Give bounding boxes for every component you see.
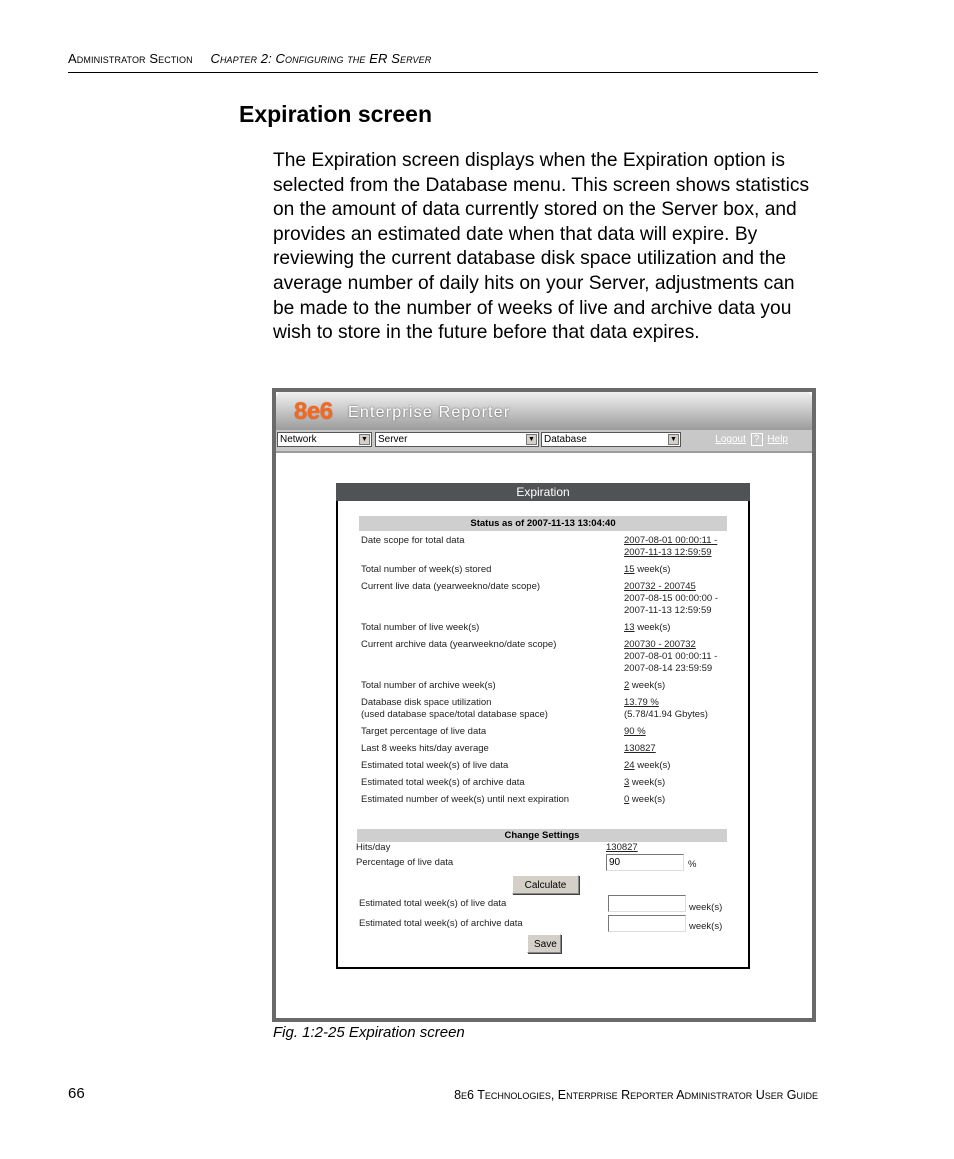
nav-links: Logout ? Help <box>715 433 788 446</box>
help-link[interactable]: Help <box>767 434 788 445</box>
network-menu-select[interactable]: Network ▼ <box>277 432 372 447</box>
stat-label: Estimated total week(s) of live data <box>361 760 509 771</box>
stat-label-detail: (used database space/total database spac… <box>361 709 548 720</box>
page-title: Expiration screen <box>239 101 433 127</box>
unit: week(s) <box>634 760 671 771</box>
hits-per-day-label: Hits/day <box>356 842 391 853</box>
nav-bar: Network ▼ Server ▼ Database ▼ Logout ? H… <box>276 430 812 453</box>
unit: week(s) <box>629 777 666 788</box>
disk-utilization-detail: (5.78/41.94 Gbytes) <box>624 709 708 720</box>
archive-data-link[interactable]: 200730 - 200732 <box>624 639 727 651</box>
stat-row-target-percentage: Target percentage of live data 90 % <box>361 726 727 738</box>
stat-label: Total number of live week(s) <box>361 622 480 633</box>
est-live-weeks-label: Estimated total week(s) of live data <box>359 898 507 909</box>
stat-row-date-scope: Date scope for total data 2007-08-01 00:… <box>361 535 727 559</box>
archive-data-end: 2007-08-14 23:59:59 <box>624 663 713 674</box>
stat-label: Database disk space utilization <box>361 697 492 708</box>
stat-row-next-expiration: Estimated number of week(s) until next e… <box>361 794 727 806</box>
target-percentage-link[interactable]: 90 % <box>624 726 646 737</box>
running-head-chapter: Chapter 2: Configuring the ER Server <box>210 51 432 66</box>
stat-row-live-data: Current live data (yearweekno/date scope… <box>361 581 727 617</box>
stat-label: Target percentage of live data <box>361 726 487 737</box>
unit: week(s) <box>634 622 671 633</box>
running-head: Administrator Section Chapter 2: Configu… <box>68 51 431 66</box>
stat-row-est-live-weeks: Estimated total week(s) of live data 24 … <box>361 760 727 772</box>
calculate-button[interactable]: Calculate <box>512 875 579 894</box>
help-icon[interactable]: ? <box>750 433 763 446</box>
page-number: 66 <box>68 1085 85 1102</box>
stats-table: Date scope for total data 2007-08-01 00:… <box>361 535 727 806</box>
stat-label: Current live data (yearweekno/date scope… <box>361 581 541 592</box>
change-settings-header: Change Settings <box>357 829 727 842</box>
footer-guide-title: 8e6 Technologies, Enterprise Reporter Ad… <box>454 1088 818 1102</box>
hits-per-day-link[interactable]: 130827 <box>606 842 638 853</box>
product-name: Enterprise Reporter <box>348 404 511 421</box>
database-menu-value: Database <box>544 434 587 445</box>
logo-8e6: 8e6 <box>294 398 333 425</box>
stat-label: Date scope for total data <box>361 535 465 546</box>
unit: week(s) <box>629 794 666 805</box>
est-live-weeks-input[interactable] <box>608 895 686 912</box>
percentage-live-input[interactable] <box>606 854 684 871</box>
live-data-start: 2007-08-15 00:00:00 - <box>624 593 719 604</box>
figure-screenshot: 8e6 Enterprise Reporter Network ▼ Server… <box>272 388 816 1022</box>
stat-label: Last 8 weeks hits/day average <box>361 743 489 754</box>
weeks-unit: week(s) <box>689 921 723 932</box>
stat-row-hits-average: Last 8 weeks hits/day average 130827 <box>361 743 727 755</box>
server-menu-value: Server <box>378 434 408 445</box>
status-header: Status as of 2007-11-13 13:04:40 <box>359 516 727 531</box>
date-scope-link-end[interactable]: 2007-11-13 12:59:59 <box>624 547 727 559</box>
est-archive-weeks-label: Estimated total week(s) of archive data <box>359 918 523 929</box>
live-weeks-link[interactable]: 13 <box>624 622 635 633</box>
server-menu-select[interactable]: Server ▼ <box>375 432 539 447</box>
stat-row-weeks-stored: Total number of week(s) stored 15 week(s… <box>361 564 727 576</box>
stat-row-disk-utilization: Database disk space utilization (used da… <box>361 697 727 721</box>
app-window: 8e6 Enterprise Reporter Network ▼ Server… <box>276 392 812 1018</box>
chevron-down-icon[interactable]: ▼ <box>526 434 537 445</box>
unit: week(s) <box>634 564 671 575</box>
weeks-unit: week(s) <box>689 902 723 913</box>
est-archive-weeks-input[interactable] <box>608 915 686 932</box>
hits-average-link[interactable]: 130827 <box>624 743 656 754</box>
header-rule <box>68 72 818 73</box>
panel-title: Expiration <box>336 483 750 501</box>
live-data-link[interactable]: 200732 - 200745 <box>624 581 727 593</box>
figure-caption: Fig. 1:2-25 Expiration screen <box>273 1024 465 1041</box>
chevron-down-icon[interactable]: ▼ <box>359 434 370 445</box>
expiration-panel: Expiration Status as of 2007-11-13 13:04… <box>336 483 750 969</box>
database-menu-select[interactable]: Database ▼ <box>541 432 681 447</box>
unit: week(s) <box>629 680 666 691</box>
change-settings-form: Hits/day 130827 Percentage of live data … <box>356 842 730 962</box>
stat-label: Estimated total week(s) of archive data <box>361 777 525 788</box>
date-scope-link[interactable]: 2007-08-01 00:00:11 - <box>624 535 727 547</box>
stat-label: Total number of week(s) stored <box>361 564 492 575</box>
live-data-end: 2007-11-13 12:59:59 <box>624 605 712 616</box>
percentage-live-label: Percentage of live data <box>356 857 454 868</box>
stat-row-archive-weeks: Total number of archive week(s) 2 week(s… <box>361 680 727 692</box>
archive-data-start: 2007-08-01 00:00:11 - <box>624 651 718 662</box>
stat-row-live-weeks: Total number of live week(s) 13 week(s) <box>361 622 727 634</box>
network-menu-value: Network <box>280 434 317 445</box>
stat-row-est-archive-weeks: Estimated total week(s) of archive data … <box>361 777 727 789</box>
chevron-down-icon[interactable]: ▼ <box>668 434 679 445</box>
percentage-unit: % <box>688 859 697 870</box>
disk-utilization-link[interactable]: 13.79 % <box>624 697 727 709</box>
est-live-weeks-link[interactable]: 24 <box>624 760 635 771</box>
stat-row-archive-data: Current archive data (yearweekno/date sc… <box>361 639 727 675</box>
app-banner: 8e6 Enterprise Reporter <box>276 392 812 430</box>
body-paragraph: The Expiration screen displays when the … <box>273 150 810 344</box>
stat-label: Current archive data (yearweekno/date sc… <box>361 639 557 650</box>
stat-label: Estimated number of week(s) until next e… <box>361 794 570 805</box>
weeks-stored-link[interactable]: 15 <box>624 564 635 575</box>
save-button[interactable]: Save <box>527 934 561 953</box>
stat-label: Total number of archive week(s) <box>361 680 496 691</box>
running-head-section: Administrator Section <box>68 51 193 66</box>
logout-link[interactable]: Logout <box>715 434 746 445</box>
